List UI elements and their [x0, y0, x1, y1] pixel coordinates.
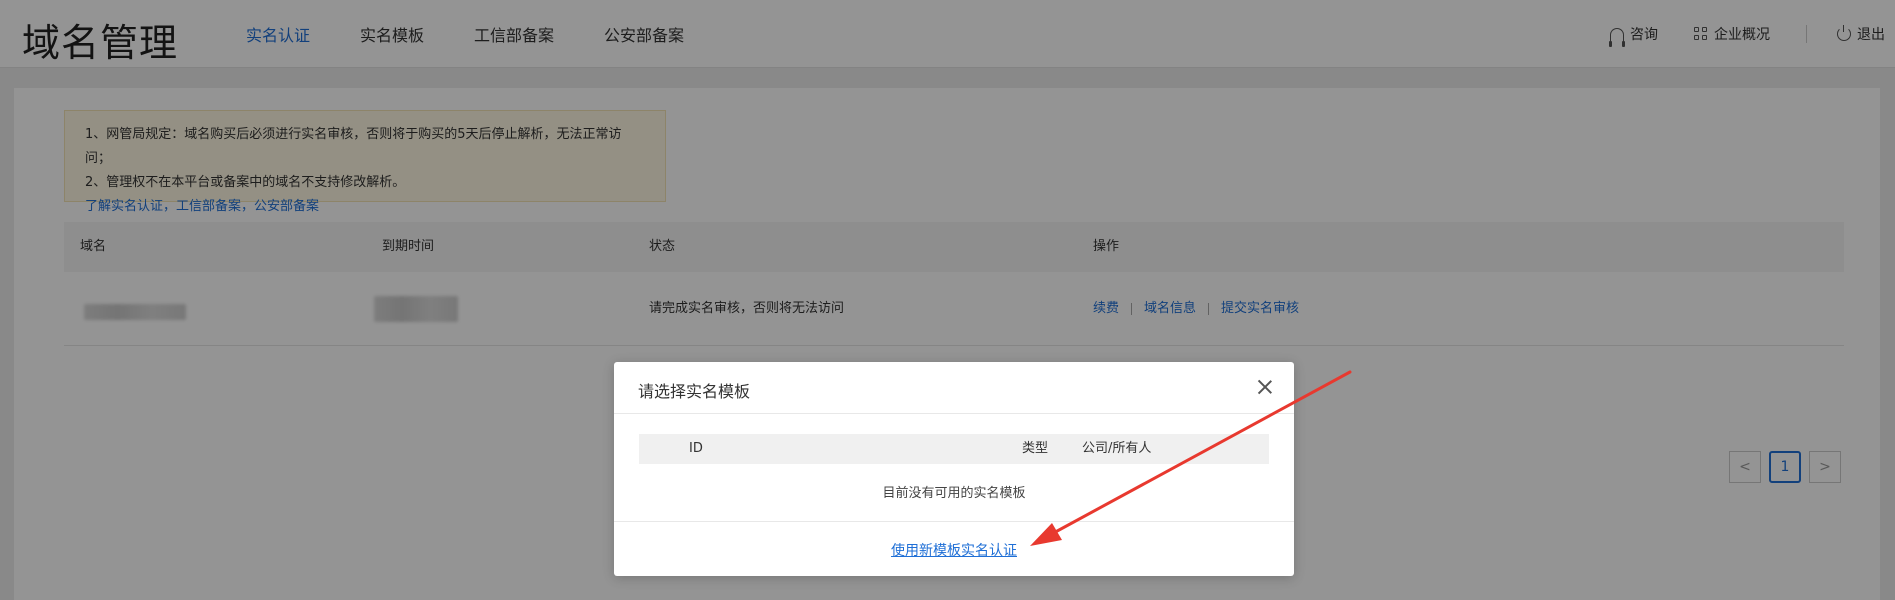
dialog-footer: 使用新模板实名认证	[614, 521, 1294, 576]
empty-message: 目前没有可用的实名模板	[882, 486, 1026, 501]
col-id: ID	[689, 441, 703, 456]
close-icon[interactable]	[1256, 378, 1274, 396]
template-table-header: ID 类型 公司/所有人	[639, 434, 1269, 464]
dialog-title: 请选择实名模板	[638, 382, 751, 401]
col-owner: 公司/所有人	[1082, 441, 1152, 456]
template-select-dialog: 请选择实名模板 ID 类型 公司/所有人 目前没有可用的实名模板 使用新模板实名…	[614, 362, 1294, 576]
use-new-template-link[interactable]: 使用新模板实名认证	[891, 540, 1017, 560]
dialog-header: 请选择实名模板	[614, 362, 1294, 414]
template-table: ID 类型 公司/所有人 目前没有可用的实名模板	[639, 434, 1269, 501]
col-type: 类型	[1022, 441, 1049, 456]
